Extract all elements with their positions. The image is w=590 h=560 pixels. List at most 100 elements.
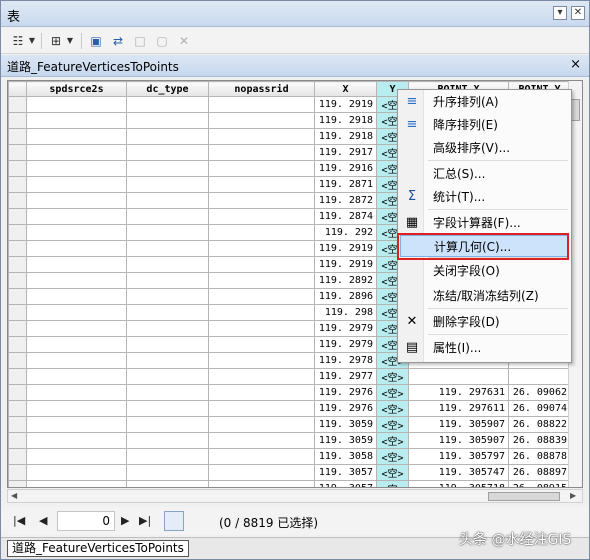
last-record-icon[interactable]: ▶| (139, 514, 151, 527)
menu-item[interactable]: Σ 统计(T)... (400, 186, 569, 208)
table-row[interactable]: 119. 3057 <空> 119. 305747 26. 08897 (8, 464, 571, 481)
horizontal-scroll-thumb[interactable] (488, 492, 560, 501)
scroll-right-icon[interactable]: ▶ (570, 490, 576, 502)
table-cell (26, 128, 127, 145)
close-icon[interactable]: ✕ (571, 6, 585, 20)
menu-item[interactable]: ▤ 属性(I)... (400, 337, 569, 359)
menu-item[interactable]: 关闭字段(O) (400, 260, 569, 282)
watermark: 头条 @水经注GIS (459, 532, 572, 548)
menu-item[interactable]: 计算几何(C)... (400, 235, 569, 257)
null-cell: <空> (376, 464, 409, 481)
row-selector[interactable] (8, 416, 27, 433)
table-cell (208, 144, 315, 161)
row-selector[interactable] (8, 368, 27, 385)
table-cell (208, 432, 315, 449)
show-all-records-icon[interactable] (164, 511, 184, 531)
clear-selection-icon[interactable]: □ (131, 32, 149, 50)
row-selector[interactable] (8, 352, 27, 369)
table-row[interactable]: 119. 2976 <空> 119. 297611 26. 09074 (8, 400, 571, 417)
table-cell (126, 288, 209, 305)
horizontal-scrollbar[interactable]: ◀ ▶ (7, 489, 583, 503)
previous-record-icon[interactable]: ◀ (39, 514, 47, 527)
row-selector[interactable] (8, 96, 27, 113)
row-selector[interactable] (8, 256, 27, 273)
row-selector[interactable] (8, 176, 27, 193)
delete-selected-icon[interactable]: ✕ (175, 32, 193, 50)
table-cell: 26. 08897 (508, 464, 571, 481)
table-cell: 119. 2979 (314, 336, 377, 353)
zoom-to-selected-icon[interactable]: ▢ (153, 32, 171, 50)
related-tables-icon[interactable]: ⊞ (47, 32, 65, 50)
chevron-down-icon[interactable]: ▼ (27, 32, 37, 50)
row-selector[interactable] (8, 224, 27, 241)
row-selector[interactable] (8, 288, 27, 305)
menu-item[interactable]: ≡ 升序排列(A) (400, 91, 569, 113)
tab-roads-table[interactable]: 道路_FeatureVerticesToPoints (7, 540, 189, 557)
menu-item-label: 高级排序(V)... (433, 141, 511, 155)
table-cell (26, 400, 127, 417)
column-header[interactable]: dc_type (126, 81, 209, 97)
scroll-left-icon[interactable]: ◀ (11, 490, 17, 502)
table-row[interactable]: 119. 2976 <空> 119. 297631 26. 09062 (8, 384, 571, 401)
row-selector[interactable] (8, 432, 27, 449)
menu-item[interactable]: ✕ 删除字段(D) (400, 311, 569, 333)
tab-close-icon[interactable]: × (570, 57, 581, 72)
table-cell: 119. 2977 (314, 368, 377, 385)
table-row[interactable]: 119. 3058 <空> 119. 305797 26. 08878 (8, 448, 571, 465)
row-selector-header[interactable] (8, 81, 27, 97)
row-selector[interactable] (8, 480, 27, 487)
row-selector[interactable] (8, 304, 27, 321)
menu-separator (428, 209, 568, 210)
table-cell (126, 448, 209, 465)
next-record-icon[interactable]: ▶ (121, 514, 129, 527)
null-cell: <空> (376, 384, 409, 401)
switch-selection-icon[interactable]: ⇄ (109, 32, 127, 50)
row-selector[interactable] (8, 448, 27, 465)
first-record-icon[interactable]: |◀ (13, 514, 25, 527)
record-number-input[interactable]: 0 (57, 511, 115, 531)
menu-item[interactable]: 冻结/取消冻结列(Z) (400, 285, 569, 307)
menu-item[interactable]: 汇总(S)... (400, 163, 569, 185)
row-selector[interactable] (8, 192, 27, 209)
dropdown-icon[interactable]: ▾ (553, 6, 567, 20)
table-row[interactable]: 119. 3059 <空> 119. 305907 26. 08822 (8, 416, 571, 433)
row-selector[interactable] (8, 464, 27, 481)
row-selector[interactable] (8, 144, 27, 161)
menu-item-label: 属性(I)... (433, 341, 482, 355)
show-selected-records-icon[interactable] (187, 511, 207, 531)
row-selector[interactable] (8, 400, 27, 417)
row-selector[interactable] (8, 336, 27, 353)
row-selector[interactable] (8, 112, 27, 129)
table-cell (126, 368, 209, 385)
table-cell: 119. 305907 (408, 416, 509, 433)
row-selector[interactable] (8, 240, 27, 257)
row-selector[interactable] (8, 384, 27, 401)
table-cell (508, 368, 571, 385)
table-options-icon[interactable]: ☷ (9, 32, 27, 50)
vertical-scroll-thumb[interactable] (571, 99, 580, 121)
menu-item[interactable]: ≡ 降序排列(E) (400, 114, 569, 136)
column-header[interactable]: nopassrid (208, 81, 315, 97)
menu-item-label: 计算几何(C)... (434, 240, 512, 254)
table-cell: 119. 292 (314, 224, 377, 241)
menu-item[interactable]: 高级排序(V)... (400, 137, 569, 159)
select-by-attributes-icon[interactable]: ▣ (87, 32, 105, 50)
row-selector[interactable] (8, 128, 27, 145)
row-selector[interactable] (8, 320, 27, 337)
table-cell (26, 208, 127, 225)
chevron-down-icon[interactable]: ▼ (65, 32, 75, 50)
table-row[interactable]: 119. 3059 <空> 119. 305907 26. 08839 (8, 432, 571, 449)
row-selector[interactable] (8, 272, 27, 289)
column-header[interactable]: X (314, 81, 377, 97)
table-cell (126, 144, 209, 161)
table-row[interactable]: 119. 3057<空>119. 30571826. 08915 (8, 480, 571, 487)
table-tab-title: 道路_FeatureVerticesToPoints (7, 60, 179, 74)
row-selector[interactable] (8, 208, 27, 225)
table-row[interactable]: 119. 2977 <空> (8, 368, 571, 385)
menu-item[interactable]: ▦ 字段计算器(F)... (400, 212, 569, 234)
null-cell: <空> (376, 480, 409, 487)
table-cell (26, 96, 127, 113)
column-header[interactable]: spdsrce2s (26, 81, 127, 97)
table-cell (208, 368, 315, 385)
row-selector[interactable] (8, 160, 27, 177)
